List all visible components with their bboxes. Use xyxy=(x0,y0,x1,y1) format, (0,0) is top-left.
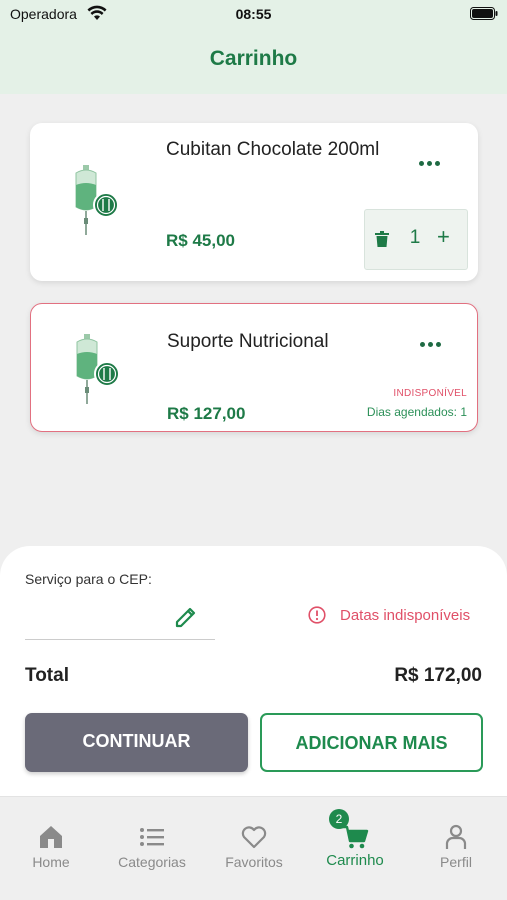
tab-label: Categorias xyxy=(118,854,186,870)
home-icon xyxy=(40,826,62,848)
tab-bar: Home Categorias Favoritos 2 Carrinho Per… xyxy=(0,796,507,900)
tab-label: Home xyxy=(32,854,70,870)
product-name: Cubitan Chocolate 200ml xyxy=(166,139,380,160)
unavailable-label: INDISPONÍVEL xyxy=(393,388,467,399)
product-price: R$ 45,00 xyxy=(166,231,235,250)
list-icon xyxy=(140,828,164,846)
heart-icon xyxy=(241,826,267,849)
product-price: R$ 127,00 xyxy=(167,404,246,423)
add-more-button[interactable]: ADICIONAR MAIS xyxy=(260,713,483,772)
status-time: 08:55 xyxy=(235,6,272,22)
quantity-value: 1 xyxy=(409,227,421,248)
app-header: Operadora 08:55 Carrinho xyxy=(0,0,507,94)
tab-carrinho[interactable]: 2 Carrinho xyxy=(305,797,405,897)
cart-item-card[interactable]: Cubitan Chocolate 200ml R$ 45,00 1 + xyxy=(30,123,478,281)
cart-icon xyxy=(342,825,369,849)
alert-circle-icon xyxy=(308,606,326,624)
total-value: R$ 172,00 xyxy=(394,665,482,686)
continue-button[interactable]: CONTINUAR xyxy=(25,713,248,772)
person-icon xyxy=(445,824,467,849)
pencil-icon[interactable] xyxy=(173,604,199,630)
checkout-summary: Serviço para o CEP: Datas indisponíveis … xyxy=(0,546,507,796)
iv-bag-food-icon xyxy=(76,334,120,404)
more-options-button[interactable] xyxy=(416,334,446,354)
tab-perfil[interactable]: Perfil xyxy=(406,797,506,897)
tab-label: Favoritos xyxy=(225,854,283,870)
iv-bag-food-icon xyxy=(75,165,119,235)
cep-field[interactable] xyxy=(25,594,215,640)
trash-icon[interactable] xyxy=(375,231,389,247)
tab-home[interactable]: Home xyxy=(1,797,101,897)
total-label: Total xyxy=(25,665,69,686)
battery-icon xyxy=(470,7,498,20)
cep-label: Serviço para o CEP: xyxy=(25,571,152,587)
quantity-stepper[interactable]: 1 + xyxy=(364,209,468,270)
page-title: Carrinho xyxy=(209,47,298,70)
tab-categorias[interactable]: Categorias xyxy=(102,797,202,897)
product-name: Suporte Nutricional xyxy=(167,331,329,352)
scheduled-days: Dias agendados: 1 xyxy=(366,405,467,419)
status-bar: Operadora 08:55 xyxy=(0,0,507,30)
tab-favoritos[interactable]: Favoritos xyxy=(204,797,304,897)
increment-button[interactable]: + xyxy=(437,224,450,250)
cart-item-card-unavailable[interactable]: Suporte Nutricional R$ 127,00 INDISPONÍV… xyxy=(30,303,478,432)
tab-label: Perfil xyxy=(440,854,472,870)
tab-label: Carrinho xyxy=(326,852,384,869)
dates-warning: Datas indisponíveis xyxy=(340,607,471,624)
cart-count-badge: 2 xyxy=(329,809,349,829)
more-options-button[interactable] xyxy=(415,153,445,173)
